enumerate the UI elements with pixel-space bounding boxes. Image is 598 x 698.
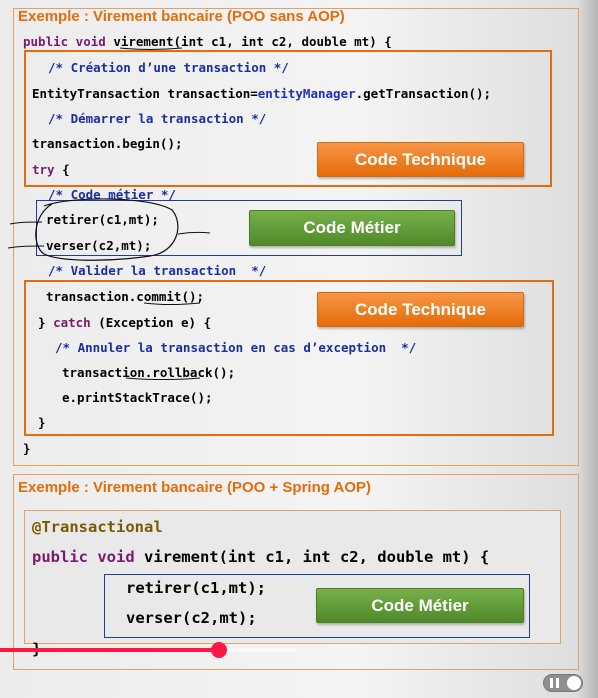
comment-start-transaction: /* Démarrer la transaction */ xyxy=(48,111,267,126)
catch-params: (Exception e) { xyxy=(90,315,212,330)
comment-create-transaction: /* Création d’une transaction */ xyxy=(48,60,289,75)
transactional-annotation: @Transactional xyxy=(32,518,163,536)
method-close-brace-1: } xyxy=(23,441,31,456)
print-stack-trace-line: e.printStackTrace(); xyxy=(62,390,213,405)
method-name: virement xyxy=(113,34,174,49)
section1-title: Exemple : Virement bancaire (POO sans AO… xyxy=(18,8,345,25)
retirer-call: retirer(c1,mt); xyxy=(46,212,159,227)
video-progress-fill xyxy=(0,648,219,652)
code-metier-label-1: Code Métier xyxy=(249,210,455,246)
code-technique-label-2: Code Technique xyxy=(317,292,524,327)
catch-close-brace-line: } xyxy=(38,415,46,430)
retirer-call-2: retirer(c1,mt); xyxy=(126,579,266,597)
signature-params: (int c1, int c2, double mt) { xyxy=(173,34,392,49)
comment-validate-transaction: /* Valider la transaction */ xyxy=(48,263,267,278)
transaction-rollback-line: transaction.rollback(); xyxy=(62,365,236,380)
try-brace: { xyxy=(54,162,70,177)
code-technique-label-1: Code Technique xyxy=(317,142,524,177)
tx-decl-prefix: EntityTransaction transaction= xyxy=(32,86,258,101)
slide-edge-shadow xyxy=(576,0,598,698)
try-keyword: try xyxy=(32,162,55,177)
comment-business-code: /* Code métier */ xyxy=(48,187,176,202)
catch-close-brace: } xyxy=(38,315,54,330)
comment-rollback: /* Annuler la transaction en cas d’excep… xyxy=(55,340,417,355)
entity-manager-ref: entityManager xyxy=(257,86,356,101)
tx-decl-suffix: .getTransaction(); xyxy=(355,86,492,101)
method-signature-line: public void virement(int c1, int c2, dou… xyxy=(23,34,392,49)
signature-keywords-2: public void xyxy=(32,548,144,566)
video-progress-knob[interactable] xyxy=(211,642,227,658)
catch-line: } catch (Exception e) { xyxy=(38,315,211,330)
code-metier-label-2: Code Métier xyxy=(316,588,524,623)
verser-call-2: verser(c2,mt); xyxy=(126,609,257,627)
try-line: try { xyxy=(32,162,70,177)
catch-keyword: catch xyxy=(53,315,91,330)
method-signature-line-2: public void virement(int c1, int c2, dou… xyxy=(32,548,489,566)
signature-keywords: public void xyxy=(23,34,114,49)
transaction-declaration-line: EntityTransaction transaction=entityMana… xyxy=(32,86,491,101)
section2-title: Exemple : Virement bancaire (POO + Sprin… xyxy=(18,479,372,496)
transaction-begin-line: transaction.begin(); xyxy=(32,136,183,151)
verser-call: verser(c2,mt); xyxy=(46,238,152,253)
pause-toggle[interactable] xyxy=(543,674,583,692)
slide: Exemple : Virement bancaire (POO sans AO… xyxy=(0,0,598,698)
transaction-commit-line: transaction.commit(); xyxy=(46,289,205,304)
toggle-knob xyxy=(567,676,581,690)
pause-icon xyxy=(550,678,560,688)
signature-rest-2: virement(int c1, int c2, double mt) { xyxy=(143,548,490,566)
